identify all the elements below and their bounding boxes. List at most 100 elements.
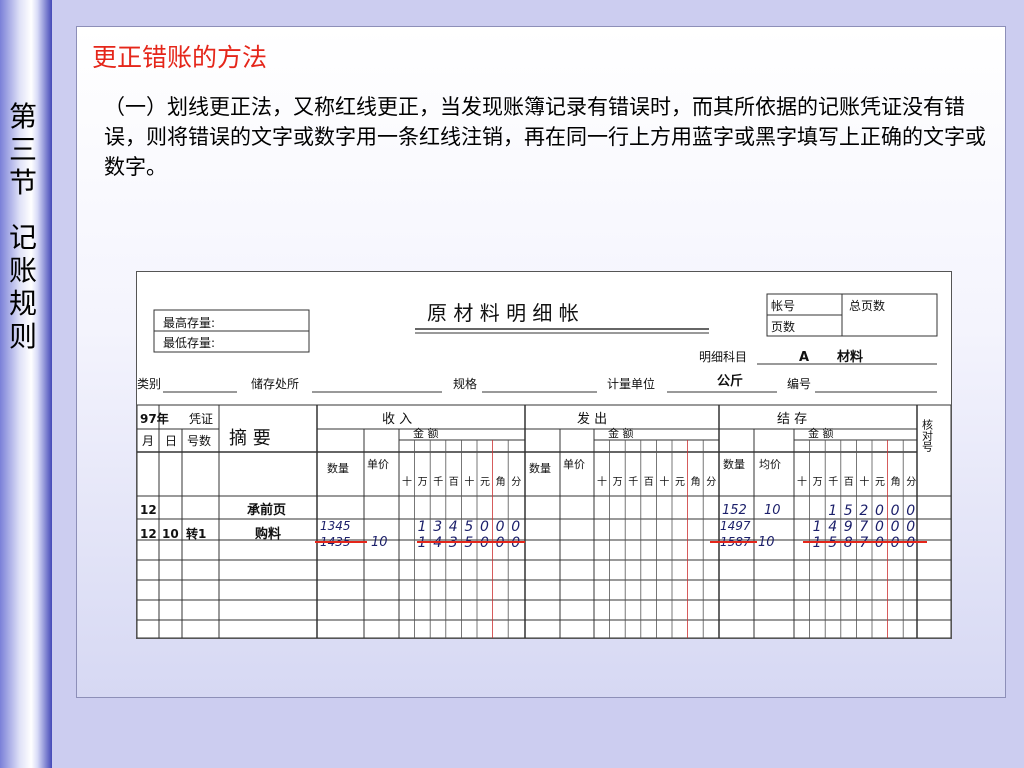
digit-label: 元 <box>675 477 685 488</box>
digit-label: 角 <box>496 476 506 488</box>
row1-month: 12 <box>140 503 157 517</box>
in-price-header: 单价 <box>367 458 389 471</box>
check-header: 核对号 <box>921 418 934 453</box>
section-char: 三 <box>8 133 37 166</box>
amount-digit: 3 <box>433 519 442 535</box>
digit-label: 分 <box>906 476 916 488</box>
max-stock-label: 最高存量: <box>163 315 215 330</box>
digit-label: 百 <box>644 476 654 488</box>
amount-digit: 4 <box>828 519 837 535</box>
row2-voucher: 转1 <box>186 526 206 541</box>
in-qty-header: 数量 <box>327 462 349 475</box>
section-title: 第 三 节 记 账 规 则 <box>0 100 46 353</box>
digit-label: 分 <box>511 476 521 488</box>
section-char: 节 <box>8 166 37 199</box>
digit-label: 十 <box>402 475 412 488</box>
digit-label: 万 <box>613 477 623 488</box>
amount-digit: 0 <box>496 519 505 535</box>
bal-price-header: 均价 <box>759 458 781 471</box>
digit-label: 千 <box>433 476 443 488</box>
row1-bal-qty: 152 <box>722 503 747 518</box>
bal-amount-header: 金 额 <box>808 426 834 440</box>
amount-digit: 0 <box>875 503 884 519</box>
amount-digit: 0 <box>511 519 520 535</box>
amount-digit: 5 <box>844 503 853 519</box>
ledger-title: 原 材 料 明 细 帐 <box>427 301 579 325</box>
balance-header: 结 存 <box>777 412 807 427</box>
digit-label: 百 <box>844 476 854 488</box>
section-char: 第 <box>8 100 37 133</box>
body-paragraph: （一）划线更正法，又称红线更正，当发现账簿记录有错误时，而其所依据的记账凭证没有… <box>104 95 986 179</box>
storage-label: 储存处所 <box>251 376 299 391</box>
in-amount-header: 金 额 <box>413 426 439 440</box>
digit-label: 千 <box>628 476 638 488</box>
bal-qty-header: 数量 <box>723 458 745 471</box>
summary-header: 摘 要 <box>229 428 271 449</box>
amount-digit: 0 <box>891 503 900 519</box>
amount-digit: 1 <box>828 503 837 519</box>
amount-digit: 0 <box>891 519 900 535</box>
digit-label: 十 <box>797 475 807 488</box>
digit-label: 十 <box>659 475 669 488</box>
amount-digit: 1 <box>813 519 822 535</box>
amount-digit: 0 <box>480 519 489 535</box>
receive-header: 收 入 <box>382 412 412 427</box>
amount-digit: 5 <box>464 519 473 535</box>
spec-label: 规格 <box>453 376 477 391</box>
digit-label: 万 <box>418 477 428 488</box>
month-header: 月 <box>142 434 154 448</box>
section-gap <box>0 199 46 221</box>
row1-bal-price: 10 <box>764 503 781 518</box>
digit-label: 十 <box>859 475 869 488</box>
section-char: 则 <box>8 320 37 353</box>
voucher-no-header: 号数 <box>187 433 211 448</box>
digit-label: 十 <box>464 475 474 488</box>
total-pages-label: 总页数 <box>849 298 885 313</box>
row2-in-qty-correct: 1345 <box>320 519 351 533</box>
digit-label: 角 <box>891 476 901 488</box>
detail-subject-value: A <box>799 350 809 365</box>
category-label: 类别 <box>137 377 161 391</box>
row2-month: 12 <box>140 527 157 541</box>
row2-bal-qty-correct: 1497 <box>720 519 751 533</box>
out-amount-header: 金 额 <box>608 426 634 440</box>
digit-label: 分 <box>706 476 716 488</box>
digit-label: 十 <box>597 475 607 488</box>
unit-label: 计量单位 <box>607 376 655 391</box>
row2-summary: 购料 <box>255 526 281 542</box>
digit-label: 元 <box>875 477 885 488</box>
out-price-header: 单价 <box>563 458 585 471</box>
digit-label: 万 <box>813 477 823 488</box>
amount-digit: 1 <box>418 519 427 535</box>
row2-bal-amount-correct: 1497000 <box>813 519 916 535</box>
amount-digit: 2 <box>859 503 868 519</box>
day-header: 日 <box>165 434 177 448</box>
detail-subject-label: 明细科目 <box>699 350 747 364</box>
row1-summary: 承前页 <box>247 502 286 518</box>
year-header: 97年 <box>140 411 169 426</box>
row2-day: 10 <box>162 527 179 541</box>
ledger-image: 最高存量: 最低存量: 原 材 料 明 细 帐 帐号 总页数 页数 明细科目 A… <box>136 271 952 639</box>
digit-label: 百 <box>449 476 459 488</box>
amount-digit: 9 <box>844 519 853 535</box>
section-char: 规 <box>8 287 37 320</box>
amount-digit: 4 <box>449 519 458 535</box>
row2-in-amount-correct: 1345000 <box>418 519 521 535</box>
voucher-header: 凭证 <box>189 411 213 426</box>
digit-label: 千 <box>828 476 838 488</box>
code-label: 编号 <box>787 376 811 391</box>
row2-bal-price: 10 <box>758 535 775 550</box>
issue-header: 发 出 <box>577 411 607 427</box>
account-no-label: 帐号 <box>771 298 795 313</box>
min-stock-label: 最低存量: <box>163 336 215 350</box>
page-count-label: 页数 <box>771 319 795 334</box>
slide-heading: 更正错账的方法 <box>92 43 268 72</box>
digit-label: 元 <box>480 477 490 488</box>
out-qty-header: 数量 <box>529 462 551 475</box>
amount-digit: 7 <box>859 519 868 535</box>
material-label: 材料 <box>837 349 863 365</box>
row2-in-price: 10 <box>371 535 388 550</box>
digit-label: 角 <box>691 476 701 488</box>
unit-value: 公斤 <box>717 373 743 389</box>
amount-digit: 0 <box>875 519 884 535</box>
